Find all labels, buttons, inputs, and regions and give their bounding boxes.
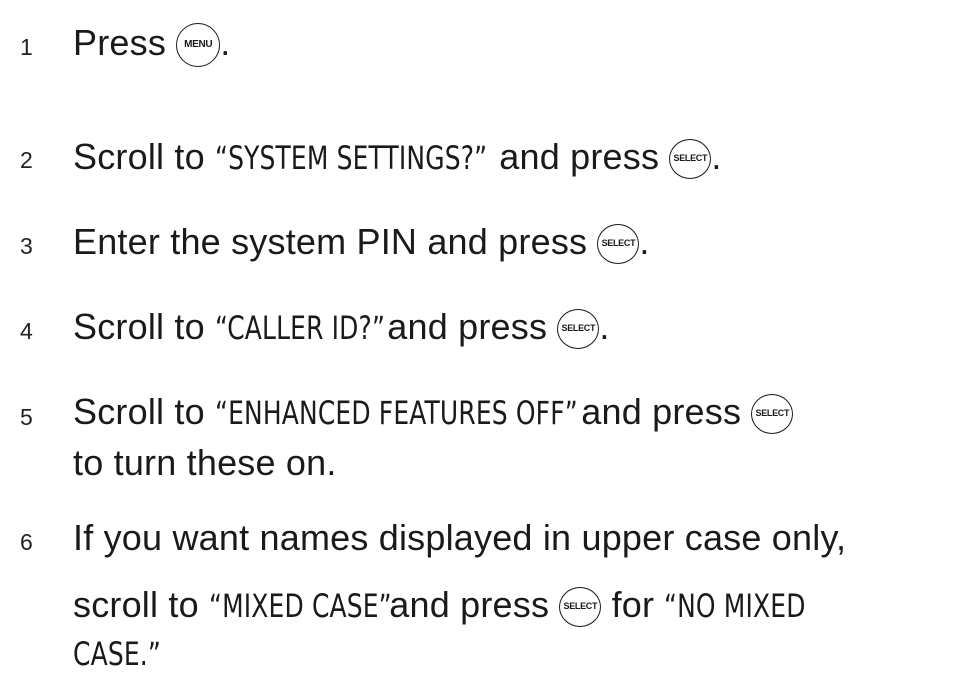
select-button-icon: SELECT [751, 394, 794, 435]
step-text: Scroll to “SYSTEM SETTINGS?” and press S… [73, 136, 722, 180]
select-button-icon: SELECT [557, 309, 600, 350]
display-text: CASE.” [73, 635, 161, 673]
step-text-continued: to turn these on. [73, 442, 337, 483]
step-text: Scroll to “ENHANCED FEATURES OFF” and pr… [73, 391, 794, 435]
display-text: “ENHANCED FEATURES OFF” [215, 394, 578, 432]
menu-button-icon: MENU [176, 23, 221, 68]
step-text: Enter the system PIN and press SELECT. [73, 221, 650, 265]
select-button-icon: SELECT [597, 224, 640, 265]
step-number: 1 [20, 34, 33, 60]
step-text-continued: CASE.” [73, 632, 161, 674]
step-text-continued: scroll to “MIXED CASE” and press SELECT … [73, 584, 814, 628]
display-text: “CALLER ID?” [215, 309, 386, 347]
step-number: 3 [20, 233, 33, 259]
select-button-icon: SELECT [669, 139, 712, 180]
step-text: If you want names displayed in upper cas… [73, 517, 847, 558]
display-text: “SYSTEM SETTINGS?” [215, 139, 488, 177]
step-number: 5 [20, 404, 33, 430]
step-text: Press MENU. [73, 22, 230, 68]
step-number: 4 [20, 318, 33, 344]
step-text: Scroll to “CALLER ID?” and press SELECT. [73, 306, 610, 350]
step-number: 6 [20, 529, 33, 555]
display-text: “NO MIXED [664, 587, 806, 625]
step-number: 2 [20, 147, 33, 173]
display-text: “MIXED CASE” [209, 587, 392, 625]
select-button-icon: SELECT [559, 587, 602, 628]
